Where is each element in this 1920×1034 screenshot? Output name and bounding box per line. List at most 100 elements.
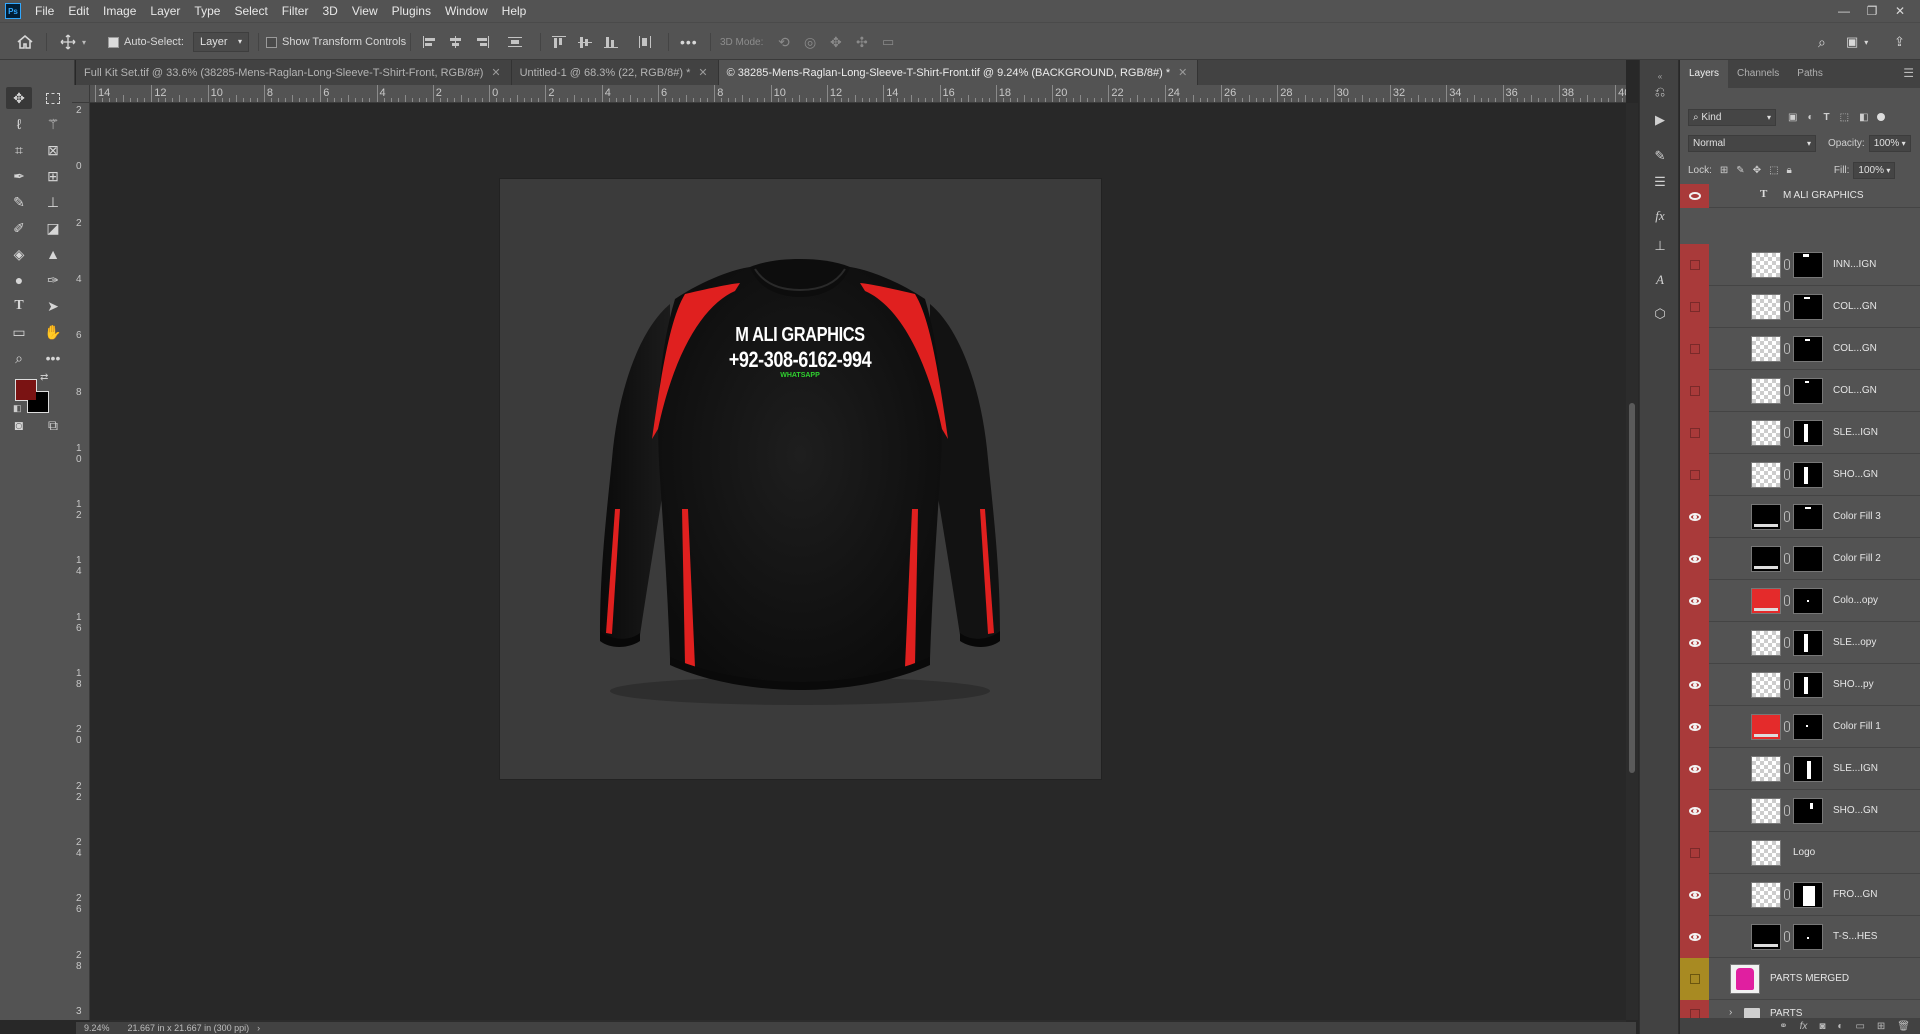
- layer-thumbnail[interactable]: [1751, 882, 1781, 908]
- close-tab-icon[interactable]: ✕: [698, 66, 707, 79]
- menu-plugins[interactable]: Plugins: [385, 0, 438, 22]
- layer-visibility-toggle[interactable]: [1680, 958, 1709, 1000]
- show-transform-controls-checkbox[interactable]: Show Transform Controls: [266, 23, 406, 61]
- 3d-icon[interactable]: ⬡: [1650, 304, 1670, 324]
- layer-mask-thumbnail[interactable]: [1793, 420, 1823, 446]
- layer-row[interactable]: Colo...opy: [1680, 580, 1920, 622]
- layer-row[interactable]: COL...GN: [1680, 286, 1920, 328]
- layer-visibility-toggle[interactable]: [1680, 916, 1709, 958]
- layer-thumbnail[interactable]: [1751, 588, 1781, 614]
- tab-full-kit-set[interactable]: Full Kit Set.tif @ 33.6% (38285-Mens-Rag…: [76, 60, 512, 85]
- layer-mask-thumbnail[interactable]: [1793, 672, 1823, 698]
- layer-thumbnail[interactable]: [1751, 714, 1781, 740]
- horizontal-ruler[interactable]: 14 12 10 8 6 4 2 0 2 4 6 8 10 12 14 16 18 20 22 24 26 28 30 32 3…: [90, 85, 1626, 103]
- menu-filter[interactable]: Filter: [275, 0, 316, 22]
- tab-channels[interactable]: Channels: [1728, 60, 1788, 88]
- 3d-camera-icon[interactable]: ▭: [882, 23, 894, 61]
- layer-visibility-toggle[interactable]: [1680, 286, 1709, 328]
- dodge-tool-icon[interactable]: ●: [6, 269, 32, 291]
- align-top-icon[interactable]: [552, 36, 566, 48]
- layer-visibility-toggle[interactable]: [1680, 580, 1709, 622]
- layer-thumbnail[interactable]: [1751, 798, 1781, 824]
- align-right-icon[interactable]: [475, 36, 489, 48]
- edit-toolbar-icon[interactable]: •••: [40, 347, 66, 369]
- lock-image-icon[interactable]: ✎: [1736, 165, 1744, 176]
- clone-source-icon[interactable]: ⊥: [1650, 236, 1670, 256]
- menu-edit[interactable]: Edit: [61, 0, 96, 22]
- layer-visibility-toggle[interactable]: [1680, 184, 1709, 208]
- new-adjustment-icon[interactable]: ◐: [1837, 1021, 1843, 1032]
- mask-link-icon[interactable]: [1784, 301, 1790, 312]
- layer-thumbnail[interactable]: [1751, 336, 1781, 362]
- layer-thumbnail[interactable]: [1751, 546, 1781, 572]
- delete-layer-icon[interactable]: 🗑︎: [1897, 1021, 1910, 1032]
- layer-visibility-toggle[interactable]: [1680, 622, 1709, 664]
- quick-mask-icon[interactable]: ◙: [6, 414, 32, 436]
- filter-type-icon[interactable]: T: [1824, 112, 1830, 123]
- layer-mask-thumbnail[interactable]: [1793, 798, 1823, 824]
- auto-select-checkbox[interactable]: Auto-Select:: [108, 23, 184, 61]
- layer-mask-thumbnail[interactable]: [1793, 504, 1823, 530]
- filter-adjustment-icon[interactable]: ◐: [1807, 112, 1813, 123]
- fill-input[interactable]: 100% ▾: [1853, 161, 1896, 179]
- panel-menu-icon[interactable]: ☰: [1903, 66, 1914, 80]
- layer-row[interactable]: SHO...GN: [1680, 790, 1920, 832]
- layer-mask-thumbnail[interactable]: [1793, 630, 1823, 656]
- layer-thumbnail[interactable]: [1751, 378, 1781, 404]
- layer-row[interactable]: COL...GN: [1680, 370, 1920, 412]
- filter-toggle-icon[interactable]: [1876, 113, 1885, 121]
- layer-visibility-toggle[interactable]: [1680, 832, 1709, 874]
- layer-thumbnail[interactable]: [1751, 252, 1781, 278]
- opacity-input[interactable]: 100% ▾: [1868, 134, 1911, 152]
- align-vertical-center-icon[interactable]: [578, 36, 592, 48]
- menu-help[interactable]: Help: [495, 0, 534, 22]
- pen-tool-icon[interactable]: ✑: [40, 269, 66, 291]
- layer-visibility-toggle[interactable]: [1680, 706, 1709, 748]
- styles-fx-icon[interactable]: fx: [1650, 206, 1670, 226]
- layer-visibility-toggle[interactable]: [1680, 748, 1709, 790]
- layer-visibility-toggle[interactable]: [1680, 412, 1709, 454]
- menu-file[interactable]: File: [28, 0, 61, 22]
- mask-link-icon[interactable]: [1784, 721, 1790, 732]
- layer-row[interactable]: Color Fill 3: [1680, 496, 1920, 538]
- layer-row[interactable]: Logo: [1680, 832, 1920, 874]
- blend-mode-select[interactable]: Normal ▾: [1688, 134, 1816, 152]
- tab-paths[interactable]: Paths: [1788, 60, 1832, 88]
- layer-thumbnail[interactable]: [1751, 672, 1781, 698]
- mask-link-icon[interactable]: [1784, 385, 1790, 396]
- layer-thumbnail[interactable]: [1751, 420, 1781, 446]
- swap-colors-icon[interactable]: ⇄: [40, 372, 48, 383]
- adjustments-icon[interactable]: ☰: [1650, 172, 1670, 192]
- layer-thumbnail[interactable]: [1751, 840, 1781, 866]
- photoshop-logo-icon[interactable]: Ps: [5, 3, 21, 19]
- mask-link-icon[interactable]: [1784, 679, 1790, 690]
- paint-bucket-tool-icon[interactable]: ◈: [6, 243, 32, 265]
- layer-row[interactable]: SHO...GN: [1680, 454, 1920, 496]
- move-tool-preset-icon[interactable]: ▾: [60, 23, 86, 61]
- menu-layer[interactable]: Layer: [143, 0, 187, 22]
- expand-group-icon[interactable]: ›: [1729, 1007, 1732, 1018]
- hand-tool-icon[interactable]: ✋: [40, 321, 66, 343]
- type-tool-icon[interactable]: T: [6, 295, 32, 317]
- link-layers-icon[interactable]: ⚭: [1779, 1021, 1787, 1032]
- workspace-icon[interactable]: ▣ ▾: [1846, 23, 1868, 61]
- align-left-icon[interactable]: [423, 36, 437, 48]
- layer-row[interactable]: FRO...GN: [1680, 874, 1920, 916]
- mask-link-icon[interactable]: [1784, 511, 1790, 522]
- filter-smart-object-icon[interactable]: ◧: [1859, 112, 1868, 123]
- layer-row[interactable]: SLE...opy: [1680, 622, 1920, 664]
- more-options-icon[interactable]: •••: [680, 23, 698, 61]
- new-group-icon[interactable]: ▭: [1855, 1021, 1864, 1032]
- mask-link-icon[interactable]: [1784, 763, 1790, 774]
- layer-mask-thumbnail[interactable]: [1793, 714, 1823, 740]
- layer-row[interactable]: SHO...py: [1680, 664, 1920, 706]
- lock-artboard-icon[interactable]: ⬚: [1769, 165, 1778, 176]
- marquee-tool-icon[interactable]: [40, 87, 66, 109]
- close-icon[interactable]: ✕: [1886, 0, 1914, 22]
- menu-view[interactable]: View: [345, 0, 385, 22]
- spot-healing-tool-icon[interactable]: ⊞: [40, 165, 66, 187]
- layer-row[interactable]: INN...IGN: [1680, 244, 1920, 286]
- distribute-horizontal-icon[interactable]: [638, 36, 652, 48]
- 3d-roll-icon[interactable]: ◎: [804, 23, 816, 61]
- auto-select-target-select[interactable]: Layer ▾: [193, 32, 249, 52]
